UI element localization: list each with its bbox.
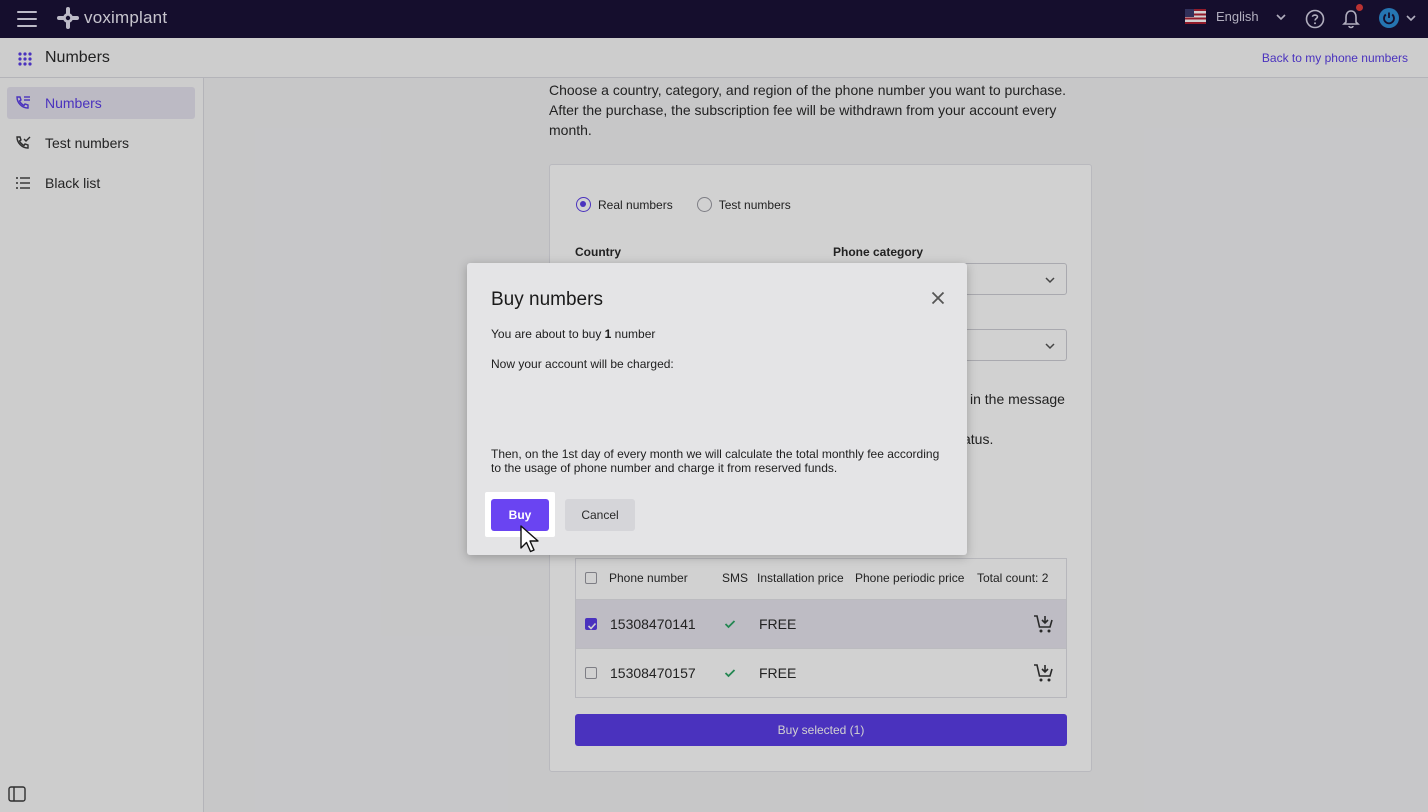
monthly-fee-text: Then, on the 1st day of every month we w…: [491, 447, 940, 475]
mouse-cursor-icon: [520, 525, 539, 553]
text-part: number: [611, 327, 656, 341]
purchase-count-text: You are about to buy 1 number: [491, 327, 655, 341]
text-part: You are about to buy: [491, 327, 605, 341]
close-icon[interactable]: [931, 291, 945, 305]
cancel-button[interactable]: Cancel: [565, 499, 635, 531]
dialog-title: Buy numbers: [491, 289, 603, 310]
charge-text: Now your account will be charged:: [491, 357, 674, 371]
